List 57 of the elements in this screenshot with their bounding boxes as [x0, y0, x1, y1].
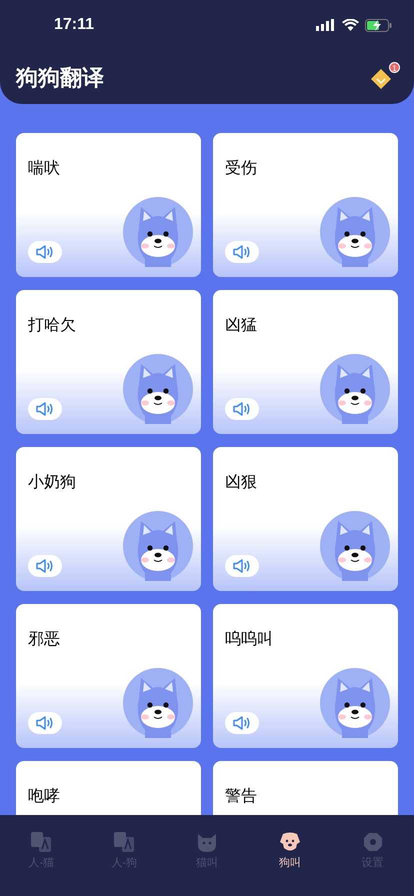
- sound-label: 邪恶: [28, 630, 60, 650]
- cat-face-icon: [196, 831, 218, 853]
- play-sound-button[interactable]: [225, 241, 259, 263]
- sound-card[interactable]: 受伤: [213, 133, 398, 277]
- play-sound-button[interactable]: [225, 398, 259, 420]
- speaker-icon: [36, 245, 54, 259]
- sound-card[interactable]: 喘吠: [16, 133, 201, 277]
- speaker-icon: [233, 559, 251, 573]
- dog-face-icon: [278, 831, 301, 853]
- sound-card[interactable]: 警告: [213, 761, 398, 815]
- play-sound-button[interactable]: [28, 555, 62, 577]
- speaker-icon: [36, 402, 54, 416]
- translate-icon: [30, 831, 52, 853]
- dog-mascot-icon: [123, 668, 193, 738]
- sound-card[interactable]: 凶猛: [213, 290, 398, 434]
- sound-card[interactable]: 呜呜叫: [213, 604, 398, 748]
- dog-mascot-icon: [123, 511, 193, 581]
- play-sound-button[interactable]: [28, 712, 62, 734]
- play-sound-button[interactable]: [28, 398, 62, 420]
- sound-card[interactable]: 邪恶: [16, 604, 201, 748]
- sound-label: 凶猛: [225, 316, 257, 336]
- signal-icon: [316, 19, 336, 31]
- sound-label: 喘吠: [28, 158, 60, 179]
- sound-card[interactable]: 小奶狗: [16, 447, 201, 591]
- sound-card[interactable]: 打哈欠: [16, 290, 201, 434]
- sound-label: 咆哮: [28, 786, 60, 807]
- sound-label: 凶狠: [225, 473, 257, 493]
- dog-mascot-icon: [123, 197, 193, 267]
- tab-item[interactable]: 狗叫: [248, 831, 332, 872]
- status-time: 17:11: [54, 15, 94, 35]
- dog-mascot-icon: [123, 354, 193, 424]
- dog-mascot-icon: [320, 668, 390, 738]
- translate-icon: [113, 831, 136, 853]
- notification-badge: 1: [389, 62, 400, 73]
- play-sound-button[interactable]: [225, 712, 259, 734]
- ticket-icon: [370, 68, 392, 90]
- dog-mascot-icon: [320, 197, 390, 267]
- speaker-icon: [36, 716, 54, 730]
- sound-card[interactable]: 咆哮: [16, 761, 201, 815]
- speaker-icon: [233, 402, 251, 416]
- sound-label: 警告: [225, 786, 257, 807]
- play-sound-button[interactable]: [225, 555, 259, 577]
- page-title: 狗狗翻译: [16, 64, 104, 92]
- dog-mascot-icon: [320, 354, 390, 424]
- sound-card[interactable]: 凶狠: [213, 447, 398, 591]
- sound-label: 呜呜叫: [225, 630, 273, 650]
- sound-label: 打哈欠: [28, 316, 76, 336]
- speaker-icon: [233, 716, 251, 730]
- battery-charging-icon: [365, 18, 392, 32]
- sound-label: 受伤: [225, 158, 257, 179]
- dog-mascot-icon: [320, 511, 390, 581]
- settings-icon: [362, 831, 384, 853]
- sound-label: 小奶狗: [28, 472, 76, 493]
- wifi-icon: [342, 19, 359, 31]
- speaker-icon: [36, 559, 54, 573]
- speaker-icon: [233, 245, 251, 259]
- play-sound-button[interactable]: [28, 241, 62, 263]
